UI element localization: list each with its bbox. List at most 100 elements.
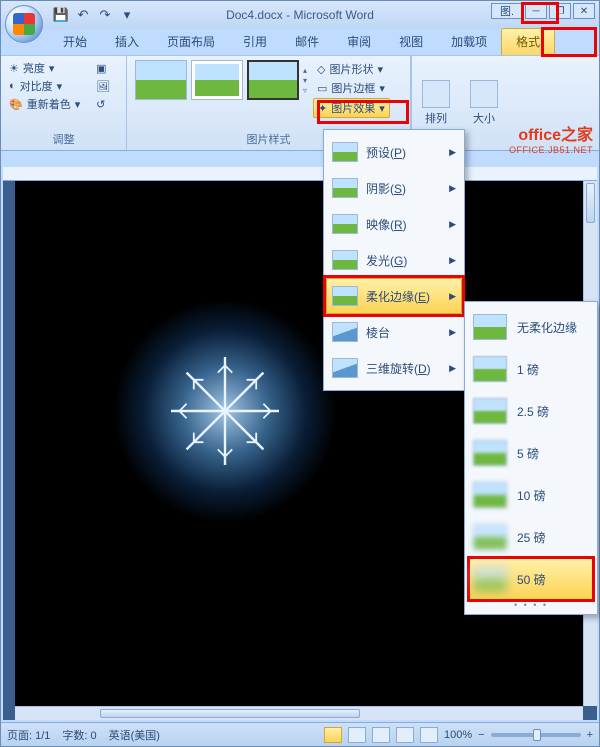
shadow-icon — [332, 178, 358, 198]
arrange-icon[interactable] — [422, 80, 450, 108]
picture-shape-button[interactable]: ◇图片形状 ▾ — [313, 60, 390, 78]
tab-format[interactable]: 格式 — [501, 28, 555, 55]
gallery-more-icon[interactable]: ▿ — [303, 86, 307, 95]
glow-icon — [332, 250, 358, 270]
fx-3d-rotation[interactable]: 三维旋转(D)▶ — [326, 350, 462, 386]
zoom-slider[interactable] — [491, 733, 581, 737]
bevel-icon — [332, 322, 358, 342]
office-logo-icon — [13, 13, 35, 35]
fx-soft-edges[interactable]: 柔化边缘(E)▶ — [326, 278, 462, 314]
size-icon[interactable] — [470, 80, 498, 108]
reset-button[interactable]: ↺ — [96, 96, 118, 112]
preset-icon — [332, 142, 358, 162]
view-outline[interactable] — [396, 727, 414, 743]
picture-effects-menu: 预设(P)▶ 阴影(S)▶ 映像(R)▶ 发光(G)▶ 柔化边缘(E)▶ 棱台▶… — [323, 129, 465, 391]
view-web[interactable] — [372, 727, 390, 743]
tab-insert[interactable]: 插入 — [101, 29, 153, 55]
style-thumb-1[interactable] — [135, 60, 187, 100]
soft-10pt[interactable]: 10 磅 — [469, 474, 593, 516]
sun-icon: ☀ — [9, 62, 19, 75]
minimize-button[interactable]: ─ — [525, 3, 547, 19]
fx-reflection[interactable]: 映像(R)▶ — [326, 206, 462, 242]
scroll-thumb[interactable] — [586, 183, 595, 223]
office-button[interactable] — [5, 5, 43, 43]
restore-button[interactable]: ❐ — [549, 3, 571, 19]
status-page[interactable]: 页面: 1/1 — [7, 727, 50, 743]
group-size: 大小 — [460, 56, 508, 150]
window-controls: 图. ─ ❐ ✕ — [491, 3, 595, 19]
tab-layout[interactable]: 页面布局 — [153, 29, 229, 55]
brightness-button[interactable]: ☀亮度 ▾ — [9, 60, 88, 76]
tab-references[interactable]: 引用 — [229, 29, 281, 55]
tab-addins[interactable]: 加载项 — [437, 29, 501, 55]
recolor-icon: 🎨 — [9, 98, 23, 111]
compress-icon: ▣ — [96, 62, 106, 75]
snowflake-image[interactable] — [165, 351, 285, 471]
redo-icon[interactable]: ↷ — [95, 5, 115, 25]
gallery-up-icon[interactable]: ▴ — [303, 66, 307, 75]
soft-2-5pt[interactable]: 2.5 磅 — [469, 390, 593, 432]
horizontal-scrollbar[interactable] — [15, 706, 583, 720]
change-picture-button[interactable]: 🖼 — [96, 78, 118, 94]
border-icon: ▭ — [317, 82, 327, 95]
soft-edges-submenu: 无柔化边缘 1 磅 2.5 磅 5 磅 10 磅 25 磅 50 磅 • • •… — [464, 301, 598, 615]
style-gallery[interactable]: ▴ ▾ ▿ — [135, 60, 307, 100]
view-print-layout[interactable] — [324, 727, 342, 743]
horizontal-ruler[interactable] — [3, 167, 597, 181]
fx-shadow[interactable]: 阴影(S)▶ — [326, 170, 462, 206]
chevron-right-icon: ▶ — [449, 255, 456, 266]
tab-mail[interactable]: 邮件 — [281, 29, 333, 55]
zoom-in-button[interactable]: + — [587, 729, 593, 741]
group-label-adjust: 调整 — [9, 131, 118, 148]
rotation-icon — [332, 358, 358, 378]
style-thumb-2[interactable] — [191, 60, 243, 100]
context-label: 图. — [491, 3, 523, 19]
soft-50pt[interactable]: 50 磅 — [469, 558, 593, 600]
fx-glow[interactable]: 发光(G)▶ — [326, 242, 462, 278]
reflection-icon — [332, 214, 358, 234]
soft-thumb-icon — [473, 356, 507, 382]
recolor-button[interactable]: 🎨重新着色 ▾ — [9, 96, 88, 112]
chevron-right-icon: ▶ — [449, 219, 456, 230]
undo-icon[interactable]: ↶ — [73, 5, 93, 25]
ribbon-tabs: 开始 插入 页面布局 引用 邮件 审阅 视图 加载项 格式 — [1, 29, 599, 55]
contrast-button[interactable]: ◐对比度 ▾ — [9, 78, 88, 94]
gallery-down-icon[interactable]: ▾ — [303, 76, 307, 85]
tab-view[interactable]: 视图 — [385, 29, 437, 55]
view-full-screen[interactable] — [348, 727, 366, 743]
compress-button[interactable]: ▣ — [96, 60, 118, 76]
tab-review[interactable]: 审阅 — [333, 29, 385, 55]
scroll-thumb[interactable] — [100, 709, 360, 718]
status-bar: 页面: 1/1 字数: 0 英语(美国) 100% − + — [1, 722, 599, 746]
soft-thumb-icon — [473, 314, 507, 340]
qat-more-icon[interactable]: ▾ — [117, 5, 137, 25]
zoom-out-button[interactable]: − — [478, 729, 484, 741]
soft-5pt[interactable]: 5 磅 — [469, 432, 593, 474]
soft-thumb-icon — [473, 398, 507, 424]
quick-access-toolbar: 💾 ↶ ↷ ▾ — [51, 5, 137, 25]
status-words[interactable]: 字数: 0 — [62, 727, 96, 743]
group-adjust: ☀亮度 ▾ ▣ ◐对比度 ▾ 🖼 🎨重新着色 ▾ ↺ 调整 — [1, 56, 127, 150]
fx-preset[interactable]: 预设(P)▶ — [326, 134, 462, 170]
picture-effects-button[interactable]: ✦图片效果 ▾ — [313, 98, 390, 118]
title-bar: 💾 ↶ ↷ ▾ Doc4.docx - Microsoft Word 图. ─ … — [1, 1, 599, 29]
status-language[interactable]: 英语(美国) — [109, 727, 160, 743]
picture-border-button[interactable]: ▭图片边框 ▾ — [313, 79, 390, 97]
menu-resize-grip[interactable]: • • • • — [469, 600, 593, 610]
chevron-right-icon: ▶ — [449, 147, 456, 158]
tab-home[interactable]: 开始 — [49, 29, 101, 55]
zoom-thumb[interactable] — [533, 729, 541, 741]
chevron-right-icon: ▶ — [449, 183, 456, 194]
soft-none[interactable]: 无柔化边缘 — [469, 306, 593, 348]
contrast-icon: ◐ — [9, 80, 16, 92]
document-title: Doc4.docx - Microsoft Word — [226, 8, 374, 22]
soft-25pt[interactable]: 25 磅 — [469, 516, 593, 558]
save-icon[interactable]: 💾 — [51, 5, 71, 25]
fx-bevel[interactable]: 棱台▶ — [326, 314, 462, 350]
style-thumb-3[interactable] — [247, 60, 299, 100]
soft-1pt[interactable]: 1 磅 — [469, 348, 593, 390]
chevron-right-icon: ▶ — [449, 327, 456, 338]
zoom-level[interactable]: 100% — [444, 729, 472, 741]
view-draft[interactable] — [420, 727, 438, 743]
close-button[interactable]: ✕ — [573, 3, 595, 19]
